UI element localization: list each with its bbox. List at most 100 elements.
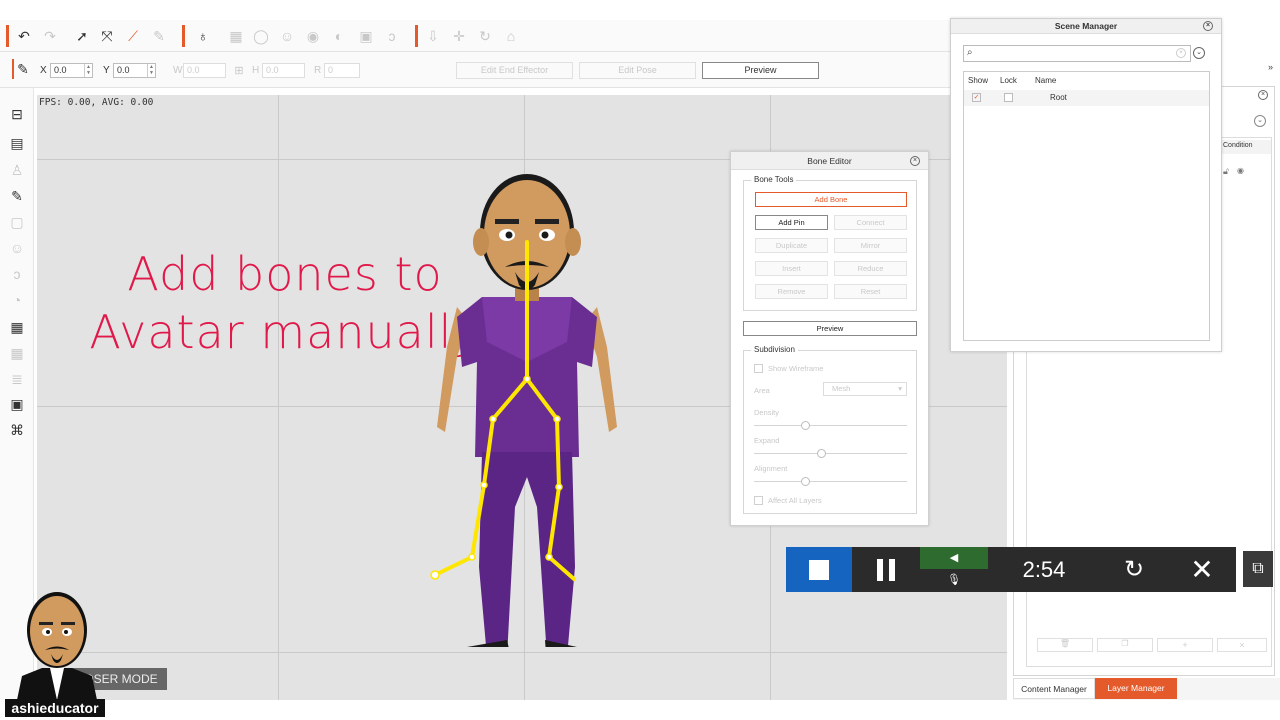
h-field[interactable]: 0.0 [262,63,305,78]
pen-icon[interactable]: ✎ [12,59,32,79]
ear-tool-icon[interactable]: ↄ [7,264,27,284]
anchor-icon[interactable]: ⇩ [423,26,443,46]
search-icon: ⌕ [967,47,973,58]
eye-icon[interactable]: ◉ [303,26,323,46]
close-icon[interactable]: × [1258,90,1268,100]
draw-icon[interactable]: ✎ [7,186,27,206]
lock-checkbox[interactable] [1004,93,1013,102]
delete-layer-button[interactable]: 🗑︎ [1037,638,1093,652]
character-icon[interactable]: ♙ [7,160,27,180]
cancel-button[interactable]: ✕ [1168,547,1236,592]
ear-icon[interactable]: ↄ [382,26,402,46]
expand-slider-track[interactable] [754,453,907,454]
condition-radio-icon[interactable]: ◉ [1237,166,1244,175]
grid-icon[interactable]: ▦ [7,317,27,337]
restart-icon: ↻ [1123,556,1145,583]
scene-manager-titlebar[interactable]: Scene Manager × [951,19,1221,34]
alignment-slider-knob[interactable] [801,477,810,486]
move-icon[interactable]: ✛ [449,26,469,46]
bone-tool-icon[interactable]: ⟋ [123,26,143,46]
w-field[interactable]: 0.0 [183,63,226,78]
top-strip [0,0,1280,20]
expand-slider-knob[interactable] [817,449,826,458]
add-layer-button[interactable]: + [1157,638,1213,652]
restart-button[interactable]: ↻ [1100,547,1168,592]
home-icon[interactable]: ⌂ [501,26,521,46]
undo-icon[interactable]: ↶ [14,26,34,46]
popout-button[interactable]: ⧉ [1243,551,1273,587]
edit-pose-button[interactable]: Edit Pose [579,62,696,79]
show-checkbox[interactable]: ✓ [972,93,981,102]
pin-tool-icon[interactable]: ✎ [149,26,169,46]
pause-button[interactable] [852,547,920,592]
psd-icon[interactable]: ▣ [356,26,376,46]
stop-button[interactable] [786,547,852,592]
redo-icon[interactable]: ↷ [40,26,60,46]
y-field[interactable]: 0.0 ▲ ▼ [113,63,156,78]
remove-button[interactable]: Remove [755,284,828,299]
deform-tool-icon[interactable]: ♁ [193,26,213,46]
bone-rig-icon[interactable]: ⌘ [7,420,27,440]
show-wireframe-checkbox[interactable] [754,364,763,373]
mesh-icon[interactable]: ▦ [226,26,246,46]
speaker-icon[interactable]: ◀︎ [920,547,988,569]
tab-layer-manager[interactable]: Layer Manager [1095,678,1177,699]
density-slider-knob[interactable] [801,421,810,430]
x-field[interactable]: 0.0 ▲ ▼ [50,63,93,78]
clear-search-icon[interactable]: × [1176,48,1186,58]
r-field[interactable]: 0 [324,63,360,78]
avatar-character[interactable] [427,147,627,647]
area-dropdown[interactable]: Mesh ▾ [823,382,907,396]
chevron-down-icon[interactable]: ⌄ [1254,115,1266,127]
scene-icon[interactable]: ⊟ [7,104,27,124]
head-icon[interactable]: ◯ [251,26,271,46]
select-arrow-icon[interactable]: ➚ [72,26,92,46]
close-icon[interactable]: × [910,156,920,166]
audio-controls[interactable]: ◀︎ 🎙︎ [920,547,988,592]
psd-export-icon[interactable]: ▣ [7,394,27,414]
edit-end-effector-button[interactable]: Edit End Effector [456,62,573,79]
add-pin-button[interactable]: Add Pin [755,215,828,230]
insert-button[interactable]: Insert [755,261,828,276]
reduce-button[interactable]: Reduce [834,261,907,276]
bone-editor-titlebar[interactable]: Bone Editor × [731,152,928,170]
rotate-icon[interactable]: ↻ [475,26,495,46]
mouth-icon[interactable]: ◐ [329,26,349,46]
lock-ratio-icon[interactable]: ⊞ [229,60,249,80]
face-icon[interactable]: ☺ [7,238,27,258]
duplicate-layer-button[interactable]: ❐ [1097,638,1153,652]
body-icon[interactable]: ☺ [277,26,297,46]
grid-alt-icon[interactable]: ▦ [7,343,27,363]
alignment-slider-track[interactable] [754,481,907,482]
add-bone-button[interactable]: Add Bone [755,192,907,207]
chevron-down-icon: ▾ [898,384,902,393]
lock-icon[interactable]: 🔓︎ [1223,166,1229,177]
preview-button[interactable]: Preview [702,62,819,79]
affect-all-layers-checkbox[interactable] [754,496,763,505]
density-slider-track[interactable] [754,425,907,426]
mirror-button[interactable]: Mirror [834,238,907,253]
duplicate-button[interactable]: Duplicate [755,238,828,253]
microphone-icon[interactable]: 🎙︎ [920,569,988,592]
search-input[interactable]: ⌕ × [963,45,1191,62]
close-icon[interactable]: × [1203,21,1213,31]
reset-button[interactable]: Reset [834,284,907,299]
x-spinner[interactable]: ▲ ▼ [84,64,92,77]
preview-button[interactable]: Preview [743,321,917,336]
tab-content-manager[interactable]: Content Manager [1013,678,1095,699]
chevron-down-icon[interactable]: ⌄ [1193,47,1205,59]
channel-logo: ashieducator [5,699,105,717]
toolbar-separator [182,25,185,47]
expand-arrows-icon[interactable]: » [1268,62,1273,72]
hair-icon[interactable]: ◔ [7,290,27,310]
psd-import-icon[interactable]: ▤ [7,133,27,153]
right-brow [535,219,559,224]
connect-button[interactable]: Connect [834,215,907,230]
transform-icon[interactable]: ⤧ [97,26,117,46]
y-spinner[interactable]: ▲ ▼ [147,64,155,77]
frame-icon[interactable]: ▢ [7,212,27,232]
scene-tree[interactable]: Show Lock Name ✓ Root [963,71,1210,341]
remove-layer-button[interactable]: × [1217,638,1267,652]
layers-icon[interactable]: ≣ [7,369,27,389]
tree-row-root[interactable]: ✓ Root [964,90,1209,106]
